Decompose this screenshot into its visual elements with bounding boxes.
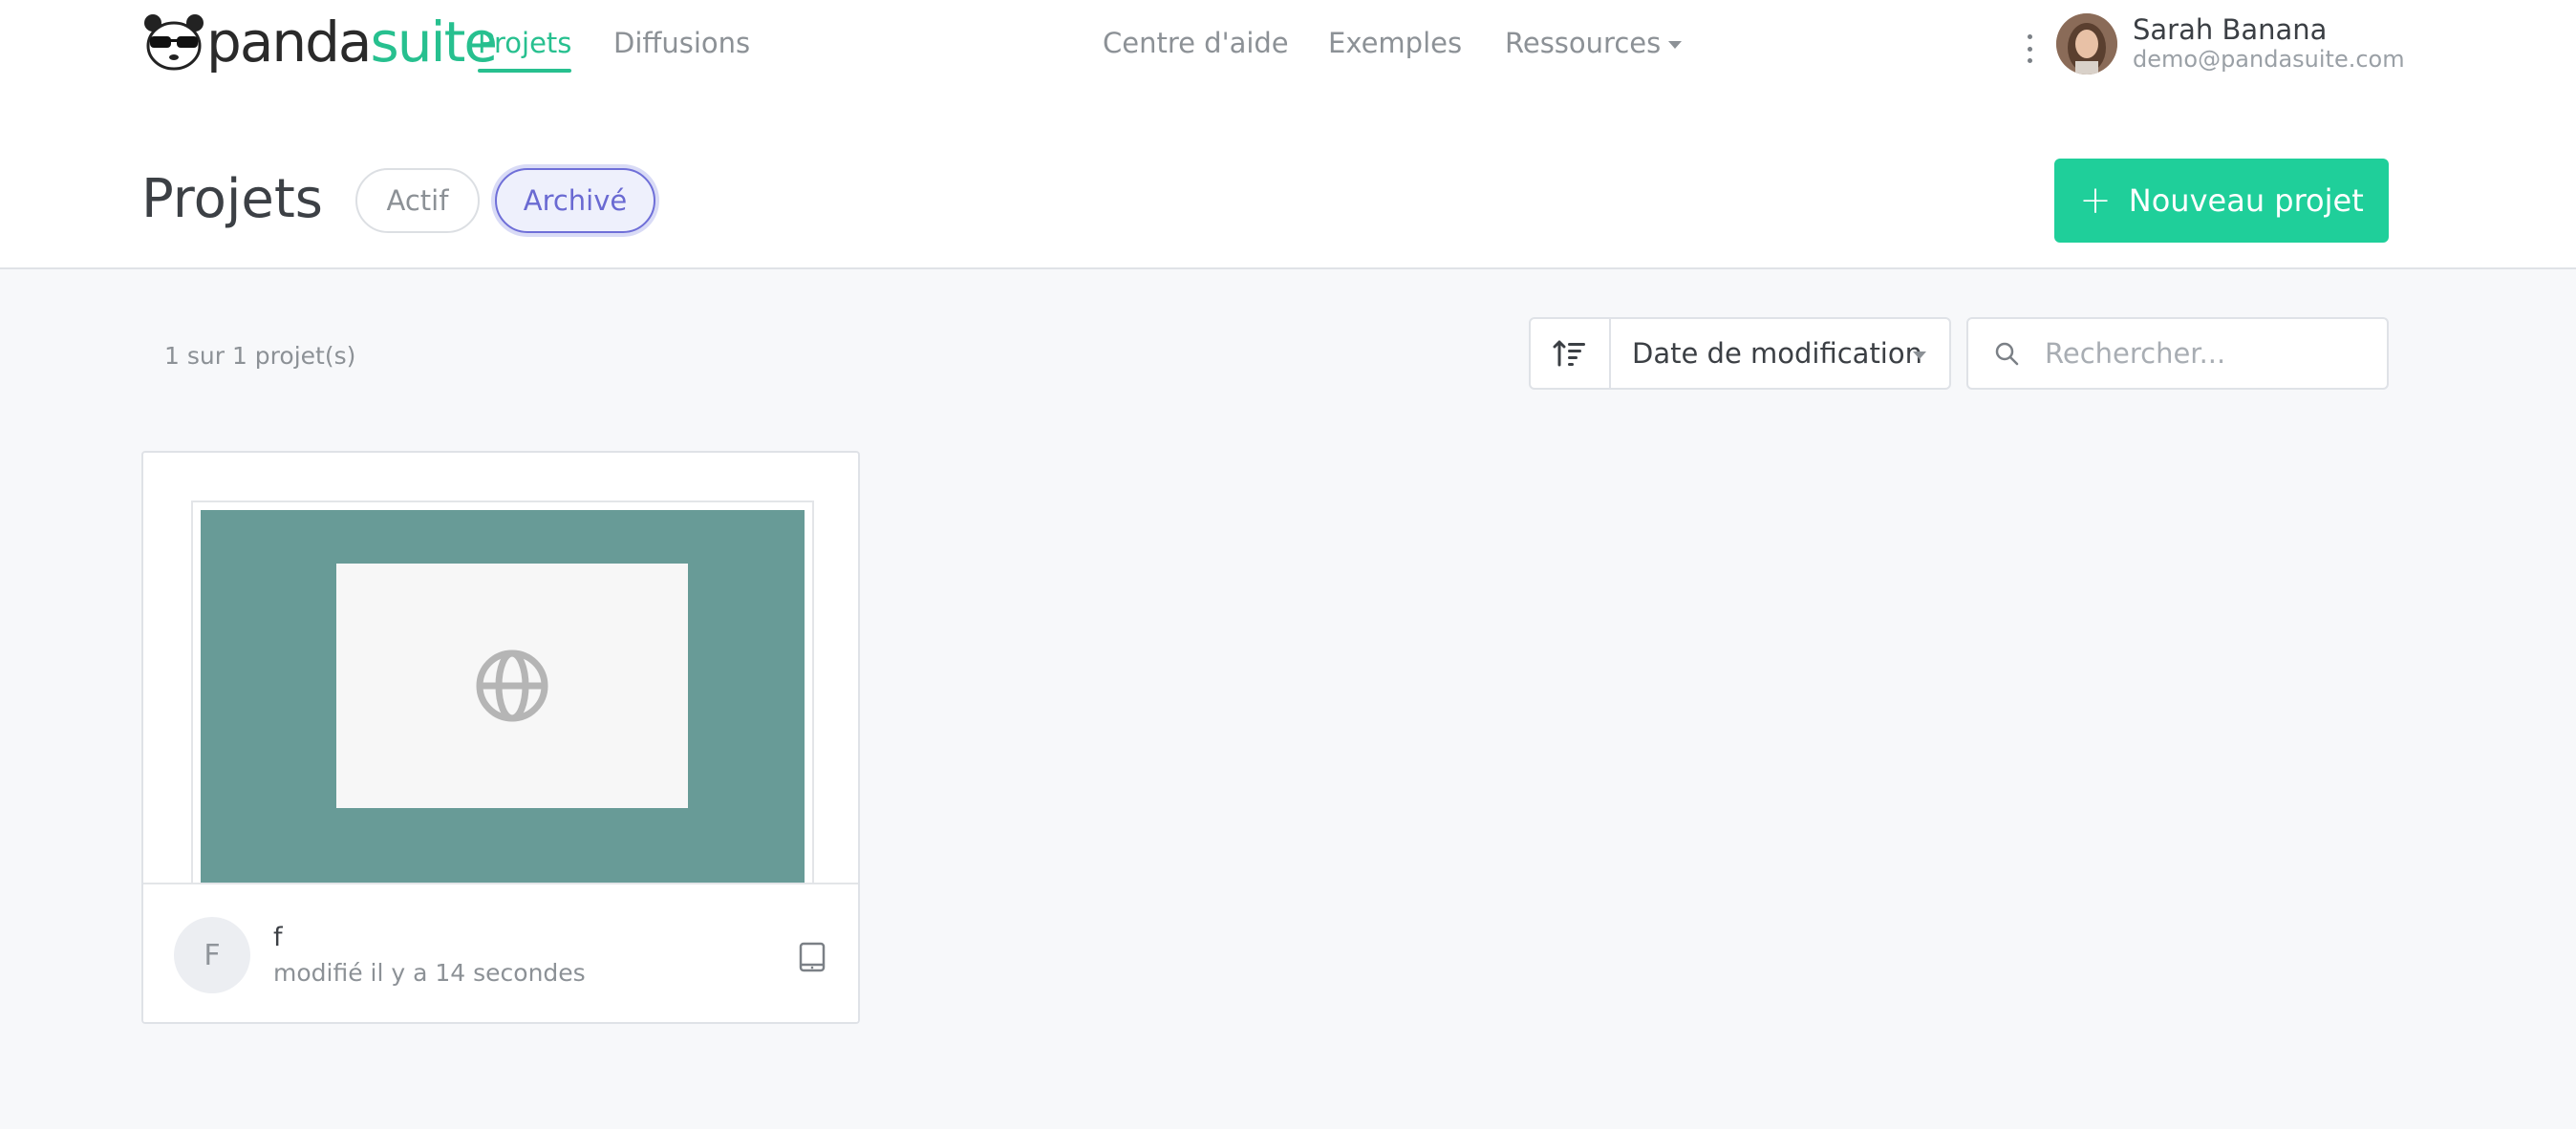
chevron-down-icon bbox=[1913, 351, 1926, 359]
chevron-down-icon bbox=[1668, 41, 1683, 49]
panda-logo-icon bbox=[144, 14, 204, 71]
sort-field-label: Date de modification bbox=[1632, 337, 1922, 370]
user-email: demo@pandasuite.com bbox=[2133, 46, 2405, 73]
search-box bbox=[1966, 317, 2389, 390]
project-thumbnail-frame bbox=[191, 501, 814, 894]
nav-centre-aide[interactable]: Centre d'aide bbox=[1103, 27, 1289, 59]
plus-icon: + bbox=[2079, 179, 2112, 223]
search-icon bbox=[1968, 340, 2045, 367]
new-project-button[interactable]: + Nouveau projet bbox=[2054, 159, 2389, 243]
project-initial-avatar: F bbox=[174, 917, 250, 993]
nav-diffusions[interactable]: Diffusions bbox=[613, 27, 750, 59]
pandasuite-logo[interactable]: pandasuite bbox=[141, 10, 498, 75]
tablet-icon bbox=[799, 942, 826, 976]
more-options-icon[interactable] bbox=[2022, 34, 2037, 63]
logo-text-panda: panda bbox=[206, 10, 372, 75]
project-thumbnail bbox=[201, 510, 805, 894]
top-header: pandasuite Projets Diffusions Centre d'a… bbox=[0, 0, 2576, 269]
project-name[interactable]: f bbox=[273, 923, 283, 952]
project-card-footer: F f modifié il y a 14 secondes bbox=[143, 883, 858, 1022]
search-input[interactable] bbox=[2045, 337, 2370, 370]
new-project-label: Nouveau projet bbox=[2128, 182, 2364, 219]
sort-control: Date de modification bbox=[1529, 317, 1951, 390]
nav-projets[interactable]: Projets bbox=[478, 27, 572, 73]
globe-icon bbox=[476, 650, 548, 722]
filter-archive-button[interactable]: Archivé bbox=[495, 168, 655, 233]
filter-actif-button[interactable]: Actif bbox=[355, 168, 480, 233]
sort-ascending-icon bbox=[1553, 340, 1585, 367]
thumbnail-placeholder bbox=[336, 564, 688, 808]
nav-exemples[interactable]: Exemples bbox=[1328, 27, 1462, 59]
project-card[interactable]: F f modifié il y a 14 secondes bbox=[141, 451, 860, 1024]
nav-ressources-label: Ressources bbox=[1505, 27, 1662, 59]
sort-field-dropdown[interactable]: Date de modification bbox=[1611, 319, 1949, 388]
project-modified-time: modifié il y a 14 secondes bbox=[273, 959, 586, 987]
page-title: Projets bbox=[141, 168, 323, 230]
avatar-photo-icon bbox=[2056, 13, 2117, 75]
user-avatar[interactable] bbox=[2056, 13, 2117, 75]
nav-ressources-dropdown[interactable]: Ressources bbox=[1505, 27, 1683, 59]
user-name: Sarah Banana bbox=[2133, 13, 2328, 46]
sort-direction-button[interactable] bbox=[1531, 319, 1611, 388]
project-count: 1 sur 1 projet(s) bbox=[164, 342, 356, 370]
